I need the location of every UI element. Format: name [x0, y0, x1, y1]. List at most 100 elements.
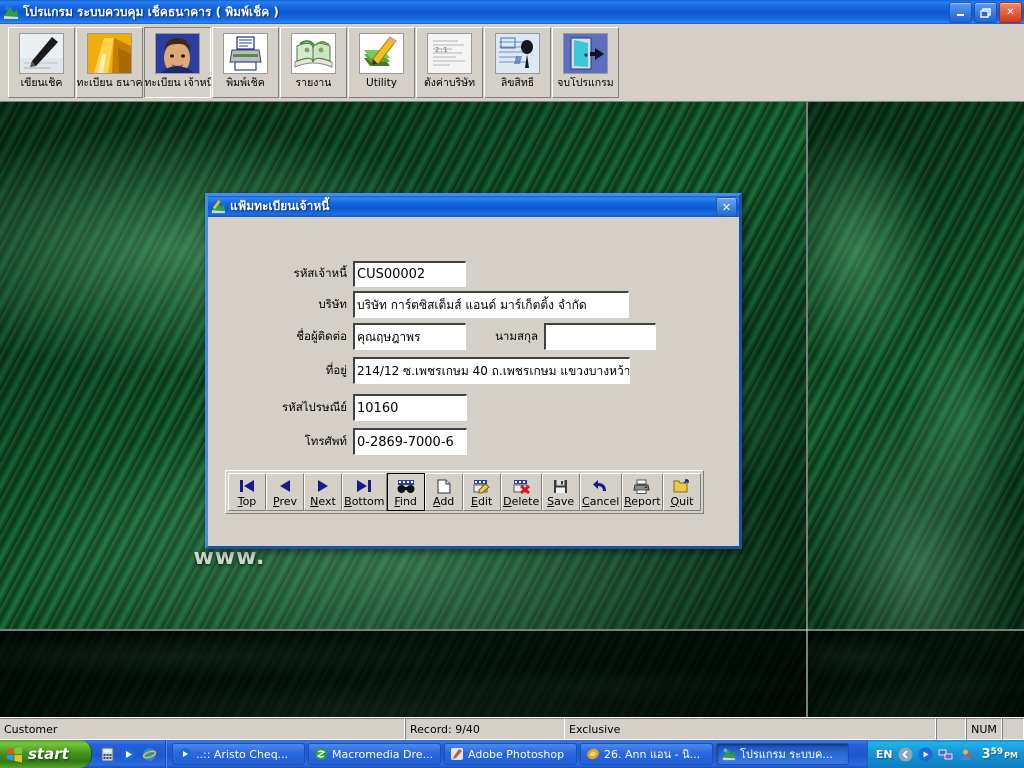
find-record-button[interactable]: Find: [387, 473, 425, 511]
field-row-company-name: บริษัท บริษัท การ์ตซิสเต็มส์ แอนด์ มาร์เ…: [238, 291, 629, 318]
media-player-icon[interactable]: [918, 747, 933, 762]
cancel-button[interactable]: Cancel: [580, 473, 622, 511]
network-icon[interactable]: [938, 747, 953, 762]
input-telephone[interactable]: 0-2869-7000-6: [353, 428, 467, 455]
background-image-tile: [808, 631, 1024, 722]
clock-minutes: 59: [991, 747, 1004, 757]
next-record-button[interactable]: Next: [304, 473, 342, 511]
bottom-record-button[interactable]: Bottom: [342, 473, 387, 511]
taskbar-item-winamp[interactable]: 26. Ann แอน - นิ...: [580, 743, 713, 765]
floppy-disk-icon: [553, 478, 568, 495]
status-spacer-panel: [936, 718, 966, 740]
close-button[interactable]: ✕: [999, 2, 1022, 23]
quit-button[interactable]: Quit: [663, 473, 701, 511]
dialog-body: รหัสเจ้าหนี้ CUS00002 บริษัท บริษัท การ์…: [208, 217, 739, 544]
volume-icon[interactable]: [958, 747, 973, 762]
toolbar-label: ทะเบียน เจ้าหนี้: [145, 77, 211, 89]
toolbar-label: พิมพ์เช็ค: [226, 77, 265, 89]
media-player-icon[interactable]: [121, 747, 136, 762]
taskbar-item-dreamweaver[interactable]: Macromedia Dre...: [308, 743, 441, 765]
open-folder-icon: [673, 478, 690, 495]
system-tray: EN 359PM: [867, 740, 1024, 768]
taskbar-clock[interactable]: 359PM: [982, 747, 1018, 762]
windows-taskbar: start ..:: Aristo Cheq... Macromedia Dre…: [0, 740, 1024, 768]
clock-hour: 3: [982, 747, 991, 762]
last-record-icon: [356, 478, 372, 495]
ie-browser-icon[interactable]: [142, 747, 157, 762]
toolbar-label: ลิขสิทธิ์: [501, 77, 534, 89]
taskbar-item-label: 26. Ann แอน - นิ...: [604, 745, 700, 763]
prev-record-button[interactable]: Prev: [266, 473, 304, 511]
main-application-window: โปรแกรม ระบบควบคุม เช็คธนาคาร ( พิมพ์เช็…: [0, 0, 1024, 740]
dialog-title-text: แฟ้มทะเบียนเจ้าหนี้: [230, 197, 329, 216]
dialog-title-bar[interactable]: แฟ้มทะเบียนเจ้าหนี้ ✕: [208, 196, 739, 217]
maximize-restore-button[interactable]: [974, 2, 997, 23]
toolbar-button-exit-program[interactable]: จบโปรแกรม: [552, 27, 619, 98]
input-creditor-code[interactable]: CUS00002: [353, 261, 466, 287]
taskbar-item-aristo-cheq[interactable]: ..:: Aristo Cheq...: [172, 743, 305, 765]
toolbar-button-print-cheque[interactable]: พิมพ์เช็ค: [212, 27, 279, 98]
toolbar-label: ทะเบียน ธนาคาร: [77, 77, 143, 89]
minimize-button[interactable]: [949, 2, 972, 23]
button-label: Find: [394, 496, 417, 508]
toolbar-label: Utility: [366, 77, 397, 89]
dialog-button-bar: Top Prev Next: [225, 470, 704, 514]
status-lock-mode: Exclusive: [565, 718, 936, 740]
toolbar-label: จบโปรแกรม: [557, 77, 613, 89]
back-arrow-icon[interactable]: [898, 747, 913, 762]
toolbar-button-bank-register[interactable]: ทะเบียน ธนาคาร: [76, 27, 143, 98]
window-title-bar: โปรแกรม ระบบควบคุม เช็คธนาคาร ( พิมพ์เช็…: [0, 0, 1024, 24]
window-controls: ✕: [949, 2, 1022, 23]
field-row-creditor-code: รหัสเจ้าหนี้ CUS00002: [238, 261, 466, 287]
toolbar-button-utility[interactable]: Utility: [348, 27, 415, 98]
toolbar-button-license[interactable]: ลิขสิทธิ์: [484, 27, 551, 98]
taskbar-item-label: Macromedia Dre...: [332, 748, 433, 761]
windows-logo-icon: [6, 746, 23, 763]
printer-icon: [633, 478, 651, 495]
start-button[interactable]: start: [0, 740, 92, 768]
open-book-icon: [291, 33, 336, 74]
start-label: start: [28, 745, 69, 763]
button-label: Quit: [670, 496, 693, 508]
certificate-icon: [495, 33, 540, 74]
quick-launch-bar: [92, 740, 166, 768]
field-row-contact-name: ชื่อผู้ติดต่อ คุณฤษฎาพร นามสกุล: [238, 323, 656, 350]
taskbar-window-buttons: ..:: Aristo Cheq... Macromedia Dre... Ad…: [166, 743, 867, 765]
toolbar-button-creditor-register[interactable]: ทะเบียน เจ้าหนี้: [144, 27, 211, 98]
taskbar-item-cheque-program[interactable]: โปรแกรม ระบบค...: [716, 743, 849, 765]
toolbar-button-company-settings[interactable]: 2:1 ตั้งค่าบริษัท: [416, 27, 483, 98]
taskbar-item-photoshop[interactable]: Adobe Photoshop: [444, 743, 577, 765]
button-label: Add: [433, 496, 454, 508]
button-label: Report: [624, 496, 660, 508]
pen-writing-icon: [19, 33, 64, 74]
label-telephone: โทรศัพท์: [238, 433, 353, 451]
input-postal-code[interactable]: 10160: [353, 394, 467, 421]
dialog-close-button[interactable]: ✕: [716, 197, 737, 217]
binoculars-icon: [397, 478, 415, 495]
toolbar-button-reports[interactable]: รายงาน: [280, 27, 347, 98]
add-record-button[interactable]: Add: [425, 473, 463, 511]
label-creditor-code: รหัสเจ้าหนี้: [238, 265, 353, 283]
calculator-icon[interactable]: [100, 747, 115, 762]
label-postal-code: รหัสไปรษณีย์: [238, 399, 353, 417]
input-contact-last-name[interactable]: [544, 323, 656, 350]
language-indicator[interactable]: EN: [876, 748, 893, 761]
label-address: ที่อยู่: [238, 362, 353, 380]
input-company-name[interactable]: บริษัท การ์ตซิสเต็มส์ แอนด์ มาร์เก็ตติ้ง…: [353, 291, 629, 318]
toolbar-button-write-cheque[interactable]: เขียนเช็ค: [8, 27, 75, 98]
top-record-button[interactable]: Top: [228, 473, 266, 511]
report-button[interactable]: Report: [622, 473, 663, 511]
label-contact-first-name: ชื่อผู้ติดต่อ: [238, 328, 353, 346]
creditor-register-dialog: แฟ้มทะเบียนเจ้าหนี้ ✕ รหัสเจ้าหนี้ CUS00…: [205, 193, 742, 549]
taskbar-item-label: ..:: Aristo Cheq...: [196, 748, 288, 761]
window-title-text: โปรแกรม ระบบควบคุม เช็คธนาคาร ( พิมพ์เช็…: [23, 3, 279, 22]
winamp-icon: [586, 747, 600, 761]
field-row-postal-code: รหัสไปรษณีย์ 10160: [238, 394, 467, 421]
label-contact-last-name: นามสกุล: [466, 328, 544, 346]
first-record-icon: [239, 478, 255, 495]
edit-record-button[interactable]: Edit: [463, 473, 501, 511]
save-record-button[interactable]: Save: [542, 473, 580, 511]
input-address[interactable]: 214/12 ซ.เพชรเกษม 40 ถ.เพชรเกษม แขวงบางห…: [353, 357, 630, 384]
delete-record-button[interactable]: Delete: [501, 473, 542, 511]
input-contact-first-name[interactable]: คุณฤษฎาพร: [353, 323, 466, 350]
